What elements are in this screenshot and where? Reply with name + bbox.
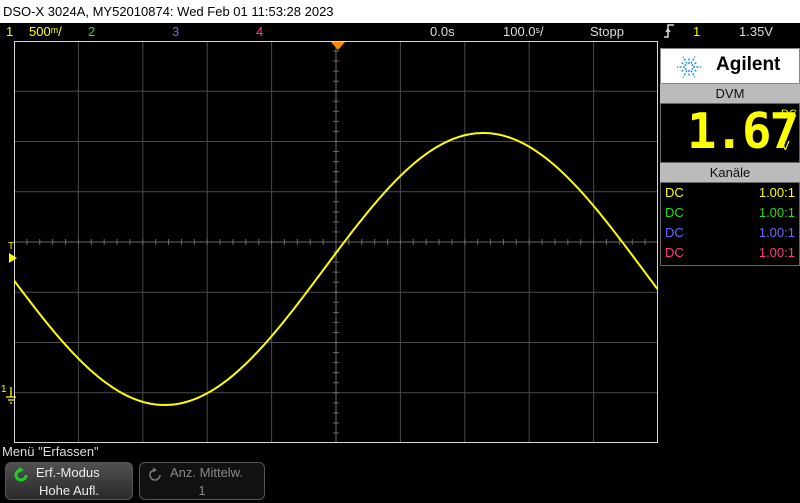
run-state: Stopp — [590, 24, 624, 39]
ch1-probe: 1.00:1 — [758, 185, 795, 200]
time-scale[interactable]: 100.0ˢ/ — [503, 23, 544, 41]
trigger-channel: 1 — [693, 24, 701, 39]
ch1-coupling: DC — [665, 185, 684, 200]
logo-ray — [682, 70, 688, 78]
channel-row-2[interactable]: DC 1.00:1 — [663, 203, 797, 223]
softkey-1-label: Erf.-Modus — [36, 465, 100, 480]
channel-row-1[interactable]: DC 1.00:1 — [663, 183, 797, 203]
ch1-number[interactable]: 1 — [6, 23, 13, 41]
dvm-unit: V — [781, 138, 790, 153]
waveform-display[interactable] — [14, 41, 658, 443]
trigger-level-label: T — [8, 241, 15, 252]
ch4-number[interactable]: 4 — [256, 23, 263, 41]
logo-ray — [680, 61, 687, 67]
trigger-level[interactable]: 1.35V — [739, 23, 773, 41]
ch2-number[interactable]: 2 — [88, 23, 95, 41]
brand-panel: Agilent — [660, 48, 800, 84]
softkey-acquisition-mode[interactable]: Erf.-Modus Hohe Aufl. — [5, 462, 133, 500]
ch3-probe: 1.00:1 — [758, 225, 795, 240]
dvm-header: DVM — [660, 84, 800, 103]
softkey-2-label: Anz. Mittelw. — [170, 465, 243, 480]
dvm-readout[interactable]: 1.67 DC V — [660, 103, 800, 163]
softkey-1-value: Hohe Aufl. — [39, 483, 99, 498]
title-bar: DSO-X 3024A, MY52010874: Wed Feb 01 11:5… — [0, 0, 800, 23]
ch4-coupling: DC — [665, 245, 684, 260]
status-bar: 1 500ᵐ/ 2 3 4 0.0s 100.0ˢ/ Stopp 1 1.35V — [0, 23, 800, 41]
channels-header: Kanäle — [660, 163, 800, 182]
ground-marker-icon[interactable] — [4, 387, 16, 405]
channels-panel: DC 1.00:1 DC 1.00:1 DC 1.00:1 DC 1.00:1 — [660, 182, 800, 266]
channel-row-4[interactable]: DC 1.00:1 — [663, 243, 797, 263]
channel-row-3[interactable]: DC 1.00:1 — [663, 223, 797, 243]
logo-ray — [691, 61, 698, 67]
ch3-number[interactable]: 3 — [172, 23, 179, 41]
trigger-position-marker[interactable] — [331, 42, 345, 51]
ch2-probe: 1.00:1 — [758, 205, 795, 220]
ch3-coupling: DC — [665, 225, 684, 240]
logo-ray — [680, 67, 687, 73]
time-delay[interactable]: 0.0s — [430, 23, 455, 41]
logo-ray — [691, 67, 698, 73]
graticule-grid — [14, 41, 658, 443]
brand-name: Agilent — [716, 54, 781, 75]
ch4-probe: 1.00:1 — [758, 245, 795, 260]
rotate-icon — [149, 467, 161, 481]
ch1-scale[interactable]: 500ᵐ/ — [29, 23, 62, 41]
menu-title: Menü "Erfassen" — [2, 444, 99, 459]
rotate-icon — [14, 467, 28, 482]
logo-ray — [682, 56, 688, 64]
trigger-edge-icon — [663, 23, 675, 44]
logo-ray — [690, 70, 696, 78]
trigger-level-marker[interactable] — [9, 253, 17, 263]
logo-ray — [690, 56, 696, 64]
softkey-2-value: 1 — [198, 483, 206, 498]
softkey-averages[interactable]: Anz. Mittelw. 1 — [139, 462, 265, 500]
spark-logo-icon — [677, 56, 701, 78]
ch2-coupling: DC — [665, 205, 684, 220]
dvm-mode: DC — [781, 108, 797, 120]
